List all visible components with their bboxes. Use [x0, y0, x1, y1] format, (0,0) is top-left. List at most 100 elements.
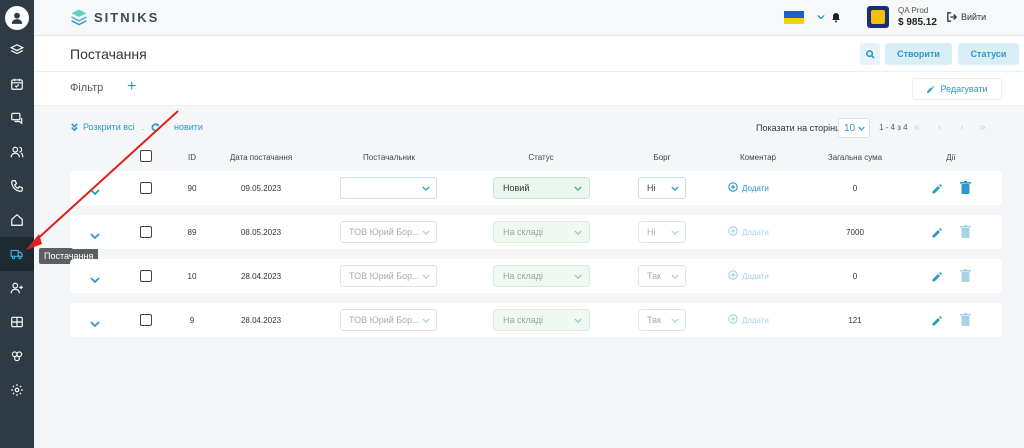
account-logo[interactable] [867, 6, 889, 28]
status-value: Новий [503, 183, 530, 193]
edit-label: Редагувати [940, 84, 988, 94]
pencil-icon [927, 85, 935, 93]
column-header-id[interactable]: ID [188, 153, 196, 162]
ukraine-flag-icon[interactable] [784, 11, 804, 24]
statuses-button[interactable]: Статуси [958, 43, 1019, 65]
column-header-total[interactable]: Загальна сума [828, 153, 882, 162]
row-id: 90 [187, 184, 197, 193]
row-date: 28.04.2023 [240, 316, 282, 325]
supplier-value: ТОВ Юрий Бор... [349, 227, 420, 237]
trash-icon[interactable] [960, 181, 971, 194]
row-checkbox[interactable] [140, 314, 152, 326]
trash-icon[interactable] [960, 313, 971, 326]
per-page-select[interactable]: 10 [838, 118, 870, 138]
first-page-button[interactable]: « [914, 122, 920, 133]
status-value: На складі [503, 315, 544, 325]
column-header-date[interactable]: Дата постачання [230, 153, 292, 162]
debt-select[interactable]: Так [638, 265, 686, 287]
next-page-button[interactable]: › [960, 122, 963, 133]
add-comment-button[interactable]: Додати [728, 226, 769, 238]
page-header: Постачання Створити Статуси [34, 36, 1024, 72]
pencil-icon[interactable] [931, 314, 943, 326]
select-all-checkbox[interactable] [140, 150, 152, 162]
debt-select[interactable]: Ні [638, 177, 686, 199]
table-toolbar: Розкрити всі . новити Показати на сторін… [70, 116, 1002, 140]
filter-label: Фільтр [70, 82, 104, 94]
column-header-status[interactable]: Статус [528, 153, 553, 162]
add-comment-button[interactable]: Додати [728, 270, 769, 282]
row-id: 10 [187, 272, 197, 281]
bell-icon[interactable] [830, 10, 842, 24]
status-value: На складі [503, 227, 544, 237]
row-checkbox[interactable] [140, 182, 152, 194]
user-avatar-icon[interactable] [5, 6, 29, 30]
plus-circle-icon [728, 314, 738, 326]
trash-icon[interactable] [960, 269, 971, 282]
phone-icon[interactable] [0, 169, 34, 203]
refresh-link[interactable]: новити [174, 122, 203, 132]
chat-icon[interactable] [0, 101, 34, 135]
edit-button[interactable]: Редагувати [912, 78, 1002, 100]
status-select[interactable]: На складі [493, 221, 590, 243]
plus-circle-icon [728, 270, 738, 282]
column-header-comment[interactable]: Коментар [740, 153, 776, 162]
debt-select[interactable]: Ні [638, 221, 686, 243]
status-value: На складі [503, 271, 544, 281]
row-date: 09.05.2023 [240, 184, 282, 193]
column-header-supplier[interactable]: Постачальник [363, 153, 415, 162]
logout-button[interactable]: Вийти [947, 12, 986, 22]
layers-icon[interactable] [0, 33, 34, 67]
supplier-select[interactable]: ТОВ Юрий Бор... [340, 309, 437, 331]
account-balance: $ 985.12 [898, 17, 937, 28]
app-logo[interactable]: SITNIKS [70, 8, 159, 26]
table-row: 10 28.04.2023 ТОВ Юрий Бор... На складі … [70, 259, 1002, 293]
chevron-down-icon[interactable] [817, 13, 825, 21]
last-page-button[interactable]: » [980, 122, 986, 133]
pencil-icon[interactable] [931, 182, 943, 194]
plus-circle-icon [728, 226, 738, 238]
expand-row-icon[interactable] [90, 227, 100, 240]
trash-icon[interactable] [960, 225, 971, 238]
expand-row-icon[interactable] [90, 271, 100, 284]
users-icon[interactable] [0, 135, 34, 169]
page-title: Постачання [70, 46, 147, 62]
table-icon[interactable] [0, 305, 34, 339]
supplier-select[interactable]: ТОВ Юрий Бор... [340, 221, 437, 243]
create-button[interactable]: Створити [885, 43, 952, 65]
calendar-icon[interactable] [0, 67, 34, 101]
crm-icon[interactable] [0, 339, 34, 373]
logout-label: Вийти [961, 12, 987, 22]
gear-icon[interactable] [0, 373, 34, 407]
row-total: 0 [852, 184, 858, 193]
expand-row-icon[interactable] [90, 315, 100, 328]
pencil-icon[interactable] [931, 270, 943, 282]
add-filter-button[interactable]: + [127, 78, 136, 96]
debt-select[interactable]: Так [638, 309, 686, 331]
row-date: 08.05.2023 [240, 228, 282, 237]
column-header-actions: Дії [946, 153, 956, 162]
truck-icon[interactable] [0, 237, 34, 271]
status-select[interactable]: На складі [493, 309, 590, 331]
prev-page-button[interactable]: ‹ [938, 122, 941, 133]
expand-row-icon[interactable] [90, 183, 100, 196]
status-select[interactable]: Новий [493, 177, 590, 199]
account-name: QA Prod [898, 6, 929, 15]
row-checkbox[interactable] [140, 270, 152, 282]
add-comment-button[interactable]: Додати [728, 314, 769, 326]
row-checkbox[interactable] [140, 226, 152, 238]
status-select[interactable]: На складі [493, 265, 590, 287]
row-total: 121 [848, 316, 862, 325]
home-icon[interactable] [0, 203, 34, 237]
logout-icon [947, 12, 957, 22]
supplier-select[interactable] [340, 177, 437, 199]
search-button[interactable] [860, 43, 880, 65]
add-comment-button[interactable]: Додати [728, 182, 769, 194]
expand-all-link[interactable]: Розкрити всі [83, 122, 134, 132]
supplier-value: ТОВ Юрий Бор... [349, 315, 420, 325]
column-header-debt[interactable]: Борг [653, 153, 670, 162]
supplier-select[interactable]: ТОВ Юрий Бор... [340, 265, 437, 287]
pencil-icon[interactable] [931, 226, 943, 238]
add-comment-label: Додати [742, 227, 769, 237]
filter-bar: Фільтр + Редагувати [34, 72, 1024, 106]
user-add-icon[interactable] [0, 271, 34, 305]
